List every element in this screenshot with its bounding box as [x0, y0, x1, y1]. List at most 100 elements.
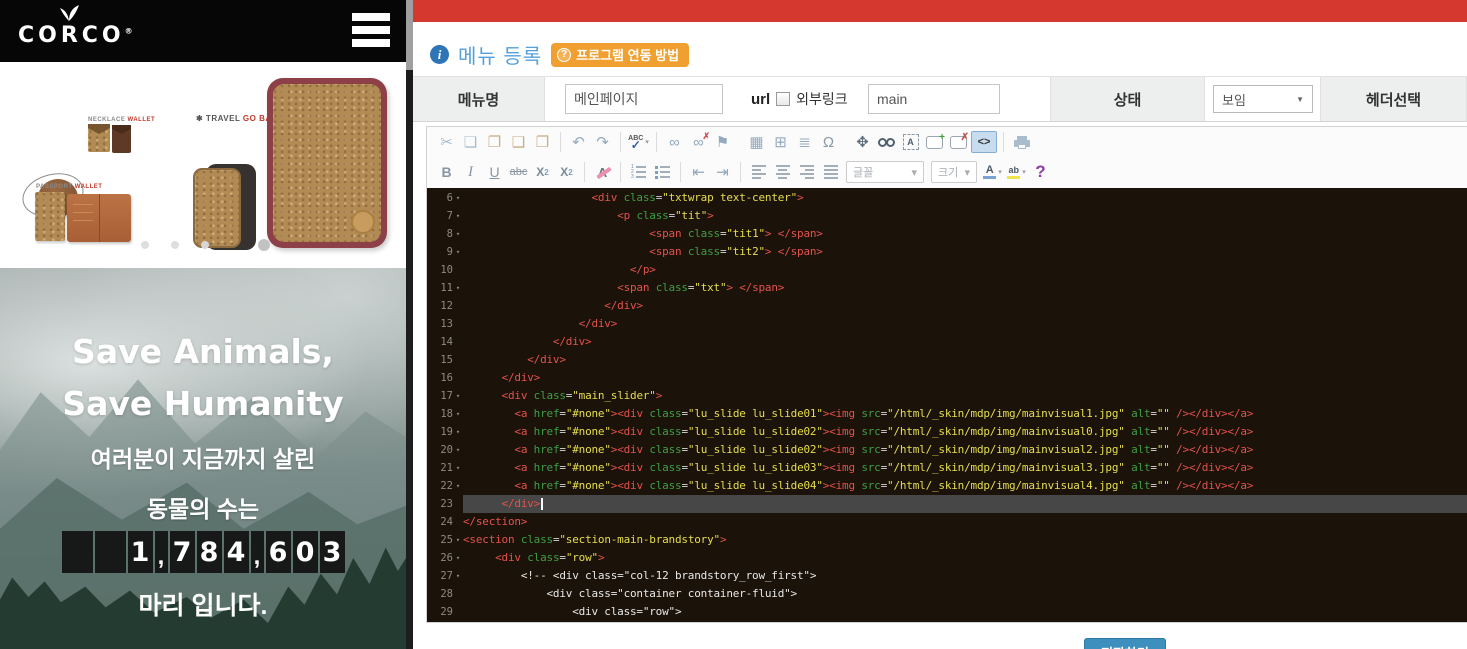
code-line-6[interactable]: 6▾ <div class="txtwrap text-center"> — [427, 189, 1467, 207]
size-select[interactable]: 크기▾ — [931, 161, 977, 183]
table-icon[interactable]: ⊞ — [769, 130, 792, 154]
fold-arrow-icon[interactable]: ▾ — [453, 387, 463, 405]
about-icon[interactable]: ? — [1029, 160, 1052, 184]
image-icon[interactable]: ▦ — [745, 130, 768, 154]
paste-text-icon[interactable]: ❑ — [507, 130, 530, 154]
link-icon[interactable]: ∞ — [663, 130, 686, 154]
maximize-icon[interactable]: ✥ — [851, 130, 874, 154]
find-icon[interactable] — [875, 130, 898, 154]
copy-icon[interactable]: ❏ — [459, 130, 482, 154]
code-line-30[interactable]: 30 <div class="col-12 col-lg-7 brandstor… — [427, 621, 1467, 622]
code-line-28[interactable]: 28 <div class="container container-fluid… — [427, 585, 1467, 603]
superscript-icon[interactable]: X2 — [555, 160, 578, 184]
redo-icon[interactable]: ↷ — [591, 130, 614, 154]
code-line-26[interactable]: 26▾ <div class="row"> — [427, 549, 1467, 567]
indent-icon[interactable]: ⇥ — [711, 160, 734, 184]
product-slider[interactable]: NECKLACE WALLET PASSPORT WALLET ✱ TRAVEL… — [0, 62, 406, 268]
fold-arrow-icon[interactable]: ▾ — [453, 423, 463, 441]
url-input[interactable] — [868, 84, 1000, 114]
horizontal-rule-icon[interactable]: ≣ — [793, 130, 816, 154]
text-color-icon[interactable]: A▾ — [981, 160, 1004, 184]
code-line-10[interactable]: 10 </p> — [427, 261, 1467, 279]
undo-icon[interactable]: ↶ — [567, 130, 590, 154]
code-line-15[interactable]: 15 </div> — [427, 351, 1467, 369]
code-line-16[interactable]: 16 </div> — [427, 369, 1467, 387]
bg-color-icon[interactable]: ab▾ — [1005, 160, 1028, 184]
code-line-8[interactable]: 8▾ <span class="tit1"> </span> — [427, 225, 1467, 243]
select-all-icon[interactable]: A — [899, 130, 922, 154]
code-line-25[interactable]: 25▾<section class="section-main-brandsto… — [427, 531, 1467, 549]
menu-name-input[interactable] — [565, 84, 723, 114]
code-line-14[interactable]: 14 </div> — [427, 333, 1467, 351]
font-select[interactable]: 글꼴▾ — [846, 161, 924, 183]
fold-arrow-icon[interactable]: ▾ — [453, 225, 463, 243]
fold-arrow-icon[interactable]: ▾ — [453, 531, 463, 549]
align-right-icon[interactable] — [795, 160, 818, 184]
fold-arrow-icon[interactable]: ▾ — [453, 207, 463, 225]
cut-icon[interactable]: ✂ — [435, 130, 458, 154]
fold-arrow-icon[interactable]: ▾ — [453, 549, 463, 567]
code-line-23[interactable]: 23 </div> — [427, 495, 1467, 513]
align-left-icon[interactable] — [747, 160, 770, 184]
slider-dot-1[interactable] — [141, 241, 149, 249]
subscript-icon[interactable]: X2 — [531, 160, 554, 184]
bulleted-list-icon[interactable] — [651, 160, 674, 184]
code-line-7[interactable]: 7▾ <p class="tit"> — [427, 207, 1467, 225]
slider-dot-4-active[interactable] — [258, 239, 270, 251]
fold-arrow-icon[interactable]: ▾ — [453, 477, 463, 495]
special-char-icon[interactable]: Ω — [817, 130, 840, 154]
corco-logo[interactable]: CORCO® — [18, 4, 128, 47]
bold-icon[interactable]: B — [435, 160, 458, 184]
underline-icon[interactable]: U — [483, 160, 506, 184]
preview-scrollbar-thumb[interactable] — [406, 0, 413, 70]
code-line-29[interactable]: 29 <div class="row"> — [427, 603, 1467, 621]
program-link-help-button[interactable]: ? 프로그램 연동 방법 — [551, 43, 689, 67]
align-center-icon[interactable] — [771, 160, 794, 184]
fold-arrow-icon[interactable]: ▾ — [453, 243, 463, 261]
line-number: 29 — [427, 603, 453, 621]
code-line-12[interactable]: 12 </div> — [427, 297, 1467, 315]
bubble-add-icon[interactable]: + — [923, 130, 946, 154]
counter-comma: , — [251, 531, 264, 573]
print-icon[interactable] — [1010, 130, 1033, 154]
fold-arrow-icon[interactable]: ▾ — [453, 459, 463, 477]
unlink-icon[interactable]: ∞✗ — [687, 130, 710, 154]
code-line-17[interactable]: 17▾ <div class="main_slider"> — [427, 387, 1467, 405]
spell-check-icon[interactable]: ABC✓▾ — [627, 130, 650, 154]
code-line-19[interactable]: 19▾ <a href="#none"><div class="lu_slide… — [427, 423, 1467, 441]
slider-dot-3[interactable] — [201, 241, 209, 249]
code-line-21[interactable]: 21▾ <a href="#none"><div class="lu_slide… — [427, 459, 1467, 477]
source-icon[interactable]: <> — [971, 130, 997, 154]
code-line-20[interactable]: 20▾ <a href="#none"><div class="lu_slide… — [427, 441, 1467, 459]
hamburger-menu-icon[interactable] — [352, 13, 390, 52]
fold-arrow-icon[interactable]: ▾ — [453, 189, 463, 207]
slider-dot-2[interactable] — [171, 241, 179, 249]
numbered-list-icon[interactable]: 123 — [627, 160, 650, 184]
bubble-remove-icon[interactable]: ✗ — [947, 130, 970, 154]
code-line-24[interactable]: 24</section> — [427, 513, 1467, 531]
code-line-22[interactable]: 22▾ <a href="#none"><div class="lu_slide… — [427, 477, 1467, 495]
text-cursor — [541, 498, 543, 510]
code-line-9[interactable]: 9▾ <span class="tit2"> </span> — [427, 243, 1467, 261]
fold-arrow-icon[interactable]: ▾ — [453, 441, 463, 459]
outdent-icon[interactable]: ⇤ — [687, 160, 710, 184]
align-justify-icon[interactable] — [819, 160, 842, 184]
preview-scrollbar[interactable] — [406, 0, 413, 649]
anchor-icon[interactable]: ⚑ — [711, 130, 734, 154]
save-button[interactable]: 저장하기 — [1084, 638, 1166, 649]
code-line-13[interactable]: 13 </div> — [427, 315, 1467, 333]
external-link-checkbox[interactable] — [776, 92, 790, 106]
code-area[interactable]: 6▾ <div class="txtwrap text-center">7▾ <… — [427, 188, 1467, 622]
fold-arrow-icon[interactable]: ▾ — [453, 567, 463, 585]
strikethrough-icon[interactable]: abc — [507, 160, 530, 184]
code-line-27[interactable]: 27▾ <!-- <div class="col-12 brandstory_r… — [427, 567, 1467, 585]
remove-format-icon[interactable]: A — [591, 160, 614, 184]
code-line-18[interactable]: 18▾ <a href="#none"><div class="lu_slide… — [427, 405, 1467, 423]
fold-arrow-icon[interactable]: ▾ — [453, 405, 463, 423]
fold-arrow-icon[interactable]: ▾ — [453, 279, 463, 297]
paste-word-icon[interactable]: ❒ — [531, 130, 554, 154]
code-line-11[interactable]: 11▾ <span class="txt"> </span> — [427, 279, 1467, 297]
status-select[interactable]: 보임 ▼ — [1213, 85, 1313, 113]
italic-icon[interactable]: I — [459, 160, 482, 184]
paste-icon[interactable]: ❐ — [483, 130, 506, 154]
